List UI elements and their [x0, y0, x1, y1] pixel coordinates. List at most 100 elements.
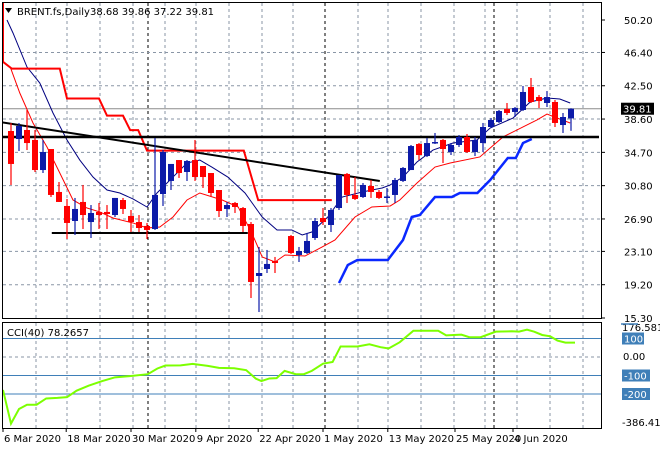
bear-candle — [176, 160, 182, 178]
candle-body — [416, 143, 422, 155]
candle-body — [120, 199, 126, 209]
date-tick-label: 30 Mar 2020 — [132, 434, 195, 445]
candle-body — [408, 146, 414, 171]
candle-body — [160, 152, 166, 195]
candle-body — [32, 139, 38, 171]
candle-body — [224, 205, 230, 209]
candle-body — [16, 125, 22, 140]
candle-body — [464, 136, 470, 153]
candle-body — [176, 160, 182, 174]
triangle-down-icon[interactable] — [5, 8, 12, 13]
bull-candle — [264, 249, 270, 274]
candle-body — [88, 212, 94, 223]
cci-label: CCI(40) 78.2657 — [7, 328, 89, 339]
price-tick-label: 26.90 — [624, 215, 653, 226]
candle-body — [480, 126, 486, 144]
candle-body — [248, 223, 254, 282]
bull-candle — [384, 187, 390, 203]
bear-candle — [288, 235, 294, 254]
price-tick-label: 46.40 — [624, 48, 653, 59]
bear-candle — [344, 173, 350, 203]
date-tick-label: 13 May 2020 — [389, 434, 454, 445]
bear-candle — [248, 222, 254, 299]
bear-candle — [440, 139, 446, 164]
candle-body — [264, 263, 270, 269]
candle-body — [568, 108, 574, 119]
bear-candle — [8, 122, 14, 185]
candle-body — [192, 160, 198, 178]
overlays — [3, 3, 599, 284]
cci-level-label: 100 — [624, 335, 643, 346]
candle-body — [544, 97, 550, 103]
candle-body — [528, 87, 534, 102]
candle-body — [496, 111, 502, 123]
bear-candle — [320, 208, 326, 226]
bear-candle — [56, 181, 62, 202]
candle-body — [560, 116, 566, 126]
price-tick-label: 30.80 — [624, 182, 653, 193]
bear-candle — [104, 205, 110, 230]
price-tick-label: 19.20 — [624, 281, 653, 292]
candle-body — [432, 142, 438, 144]
candle-body — [304, 240, 310, 254]
candle-body — [240, 208, 246, 226]
bull-candle — [496, 109, 502, 123]
candle-body — [536, 97, 542, 102]
candle-body — [512, 108, 518, 112]
candle-body — [488, 119, 494, 127]
bull-candle — [488, 118, 494, 129]
trading-chart[interactable]: 50.20 46.40 42.50 38.60 34.70 30.80 26.90 23.10… — [0, 0, 660, 450]
bear-candle — [368, 180, 374, 198]
candle-body — [312, 221, 318, 238]
candle-body — [288, 236, 294, 254]
candle-body — [424, 143, 430, 157]
bear-candle — [80, 184, 86, 230]
bear-candle — [192, 139, 198, 181]
bear-candle — [416, 143, 422, 161]
main-panel-frame — [2, 2, 602, 319]
candle-body — [144, 225, 150, 230]
candle-body — [448, 145, 454, 153]
bull-candle — [432, 132, 438, 144]
candle-body — [136, 222, 142, 229]
ohlc-readout: 38.68 39.86 37.22 39.81 — [90, 7, 214, 18]
candle-body — [256, 273, 262, 276]
candle-body — [232, 202, 238, 207]
bear-candle — [272, 256, 278, 274]
bull-candle — [424, 138, 430, 158]
bear-candle — [504, 102, 510, 116]
candle-body — [80, 201, 86, 216]
candle-body — [328, 209, 334, 226]
bull-candle — [408, 145, 414, 171]
symbol-label: BRENT.fs,Daily — [17, 7, 90, 18]
candle-body — [104, 211, 110, 214]
bull-candle — [544, 91, 550, 108]
candle-body — [320, 218, 326, 223]
candle-body — [128, 215, 134, 223]
date-tick-label: 4 Jun 2020 — [514, 434, 568, 445]
current-price-label: 39.81 — [623, 105, 652, 116]
bull-candle — [336, 174, 342, 210]
bear-candle — [96, 202, 102, 230]
bull-candle — [392, 177, 398, 203]
candle-body — [96, 211, 102, 216]
candle-body — [368, 185, 374, 192]
date-tick-label: 18 Mar 2020 — [67, 434, 130, 445]
bear-candle — [376, 190, 382, 199]
candle-body — [504, 108, 510, 113]
candle-body — [352, 194, 358, 199]
candle-body — [72, 208, 78, 222]
bull-candle — [520, 86, 526, 112]
price-tick-label: 50.20 — [624, 16, 653, 27]
candle-body — [272, 260, 278, 264]
cci-panel — [2, 328, 601, 427]
candle-body — [48, 149, 54, 195]
bear-candle — [528, 77, 534, 103]
bear-candle — [240, 206, 246, 233]
candles — [8, 77, 574, 313]
bull-candle — [560, 112, 566, 133]
resistance-trendline-line — [3, 121, 380, 182]
candle-body — [344, 173, 350, 195]
price-tick-label: 34.70 — [624, 148, 653, 159]
candle-body — [360, 184, 366, 198]
